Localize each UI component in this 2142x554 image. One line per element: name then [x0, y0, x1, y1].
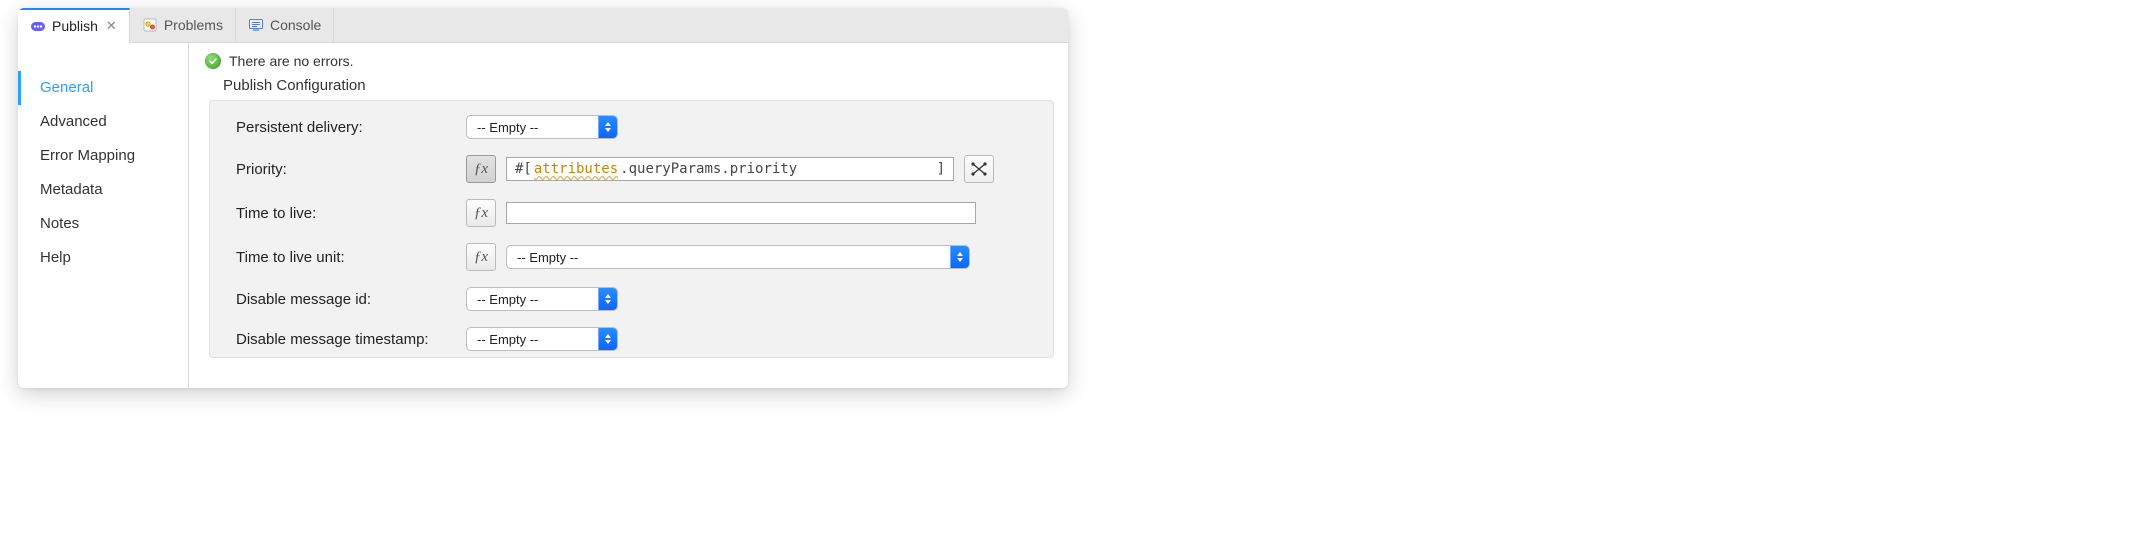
content-area: There are no errors. Publish Configurati… — [189, 43, 1068, 388]
mapper-icon — [970, 161, 988, 177]
fx-icon: ƒx — [474, 205, 488, 222]
select-value: -- Empty -- — [477, 292, 538, 307]
tab-problems[interactable]: Problems — [130, 8, 236, 42]
sidebar-item-help[interactable]: Help — [18, 241, 188, 275]
sidebar-item-metadata[interactable]: Metadata — [18, 173, 188, 207]
row-priority: Priority: ƒx #[ attributes .queryParams.… — [236, 155, 1039, 183]
disable-message-timestamp-select[interactable]: -- Empty -- — [466, 327, 618, 351]
fx-icon: ƒx — [474, 249, 488, 266]
sidebar-item-label: Metadata — [40, 181, 103, 198]
priority-expression-input[interactable]: #[ attributes .queryParams.priority ] — [506, 157, 954, 181]
expr-rest: .queryParams.priority — [620, 161, 797, 177]
expr-close: ] — [937, 161, 945, 177]
field-label: Disable message timestamp: — [236, 331, 466, 348]
select-value: -- Empty -- — [517, 250, 578, 265]
field-label: Disable message id: — [236, 291, 466, 308]
field-label: Persistent delivery: — [236, 119, 466, 136]
sidebar-item-general[interactable]: General — [18, 71, 188, 105]
status-row: There are no errors. — [205, 53, 1068, 69]
fx-toggle-button[interactable]: ƒx — [466, 155, 496, 183]
disable-message-id-select[interactable]: -- Empty -- — [466, 287, 618, 311]
section-title: Publish Configuration — [223, 77, 1068, 94]
expr-open: #[ — [515, 161, 532, 177]
sidebar: General Advanced Error Mapping Metadata … — [18, 43, 189, 388]
sidebar-item-error-mapping[interactable]: Error Mapping — [18, 139, 188, 173]
fx-toggle-button[interactable]: ƒx — [466, 243, 496, 271]
field-label: Time to live: — [236, 205, 466, 222]
publish-icon — [30, 18, 46, 34]
row-ttl-unit: Time to live unit: ƒx -- Empty -- — [236, 243, 1039, 271]
ttl-unit-select[interactable]: -- Empty -- — [506, 245, 970, 269]
chevron-updown-icon — [598, 288, 617, 310]
sidebar-item-label: Advanced — [40, 113, 107, 130]
form-panel: Persistent delivery: -- Empty -- Priorit… — [209, 100, 1054, 358]
row-disable-message-id: Disable message id: -- Empty -- — [236, 287, 1039, 311]
ttl-input[interactable] — [506, 202, 976, 224]
close-icon[interactable]: ✕ — [106, 18, 117, 34]
sidebar-item-label: Notes — [40, 215, 79, 232]
tab-label: Publish — [52, 18, 98, 34]
expr-token: attributes — [534, 161, 618, 177]
fx-toggle-button[interactable]: ƒx — [466, 199, 496, 227]
tab-strip: Publish ✕ Problems Console — [18, 8, 1068, 43]
row-disable-message-timestamp: Disable message timestamp: -- Empty -- — [236, 327, 1039, 351]
status-text: There are no errors. — [229, 53, 354, 69]
tab-label: Console — [270, 17, 321, 33]
sidebar-item-label: Error Mapping — [40, 147, 135, 164]
data-mapper-button[interactable] — [964, 155, 994, 183]
row-persistent-delivery: Persistent delivery: -- Empty -- — [236, 115, 1039, 139]
sidebar-item-notes[interactable]: Notes — [18, 207, 188, 241]
field-label: Time to live unit: — [236, 249, 466, 266]
chevron-updown-icon — [950, 246, 969, 268]
problems-icon — [142, 17, 158, 33]
console-icon — [248, 17, 264, 33]
sidebar-item-label: General — [40, 79, 93, 96]
properties-panel: Publish ✕ Problems Console General Advan… — [18, 8, 1068, 388]
tab-label: Problems — [164, 17, 223, 33]
chevron-updown-icon — [598, 328, 617, 350]
field-label: Priority: — [236, 161, 466, 178]
check-circle-icon — [205, 53, 221, 69]
sidebar-item-advanced[interactable]: Advanced — [18, 105, 188, 139]
select-value: -- Empty -- — [477, 332, 538, 347]
select-value: -- Empty -- — [477, 120, 538, 135]
sidebar-item-label: Help — [40, 249, 71, 266]
chevron-updown-icon — [598, 116, 617, 138]
tab-publish[interactable]: Publish ✕ — [18, 8, 130, 43]
row-ttl: Time to live: ƒx — [236, 199, 1039, 227]
persistent-delivery-select[interactable]: -- Empty -- — [466, 115, 618, 139]
tab-console[interactable]: Console — [236, 8, 334, 42]
fx-icon: ƒx — [474, 161, 488, 178]
